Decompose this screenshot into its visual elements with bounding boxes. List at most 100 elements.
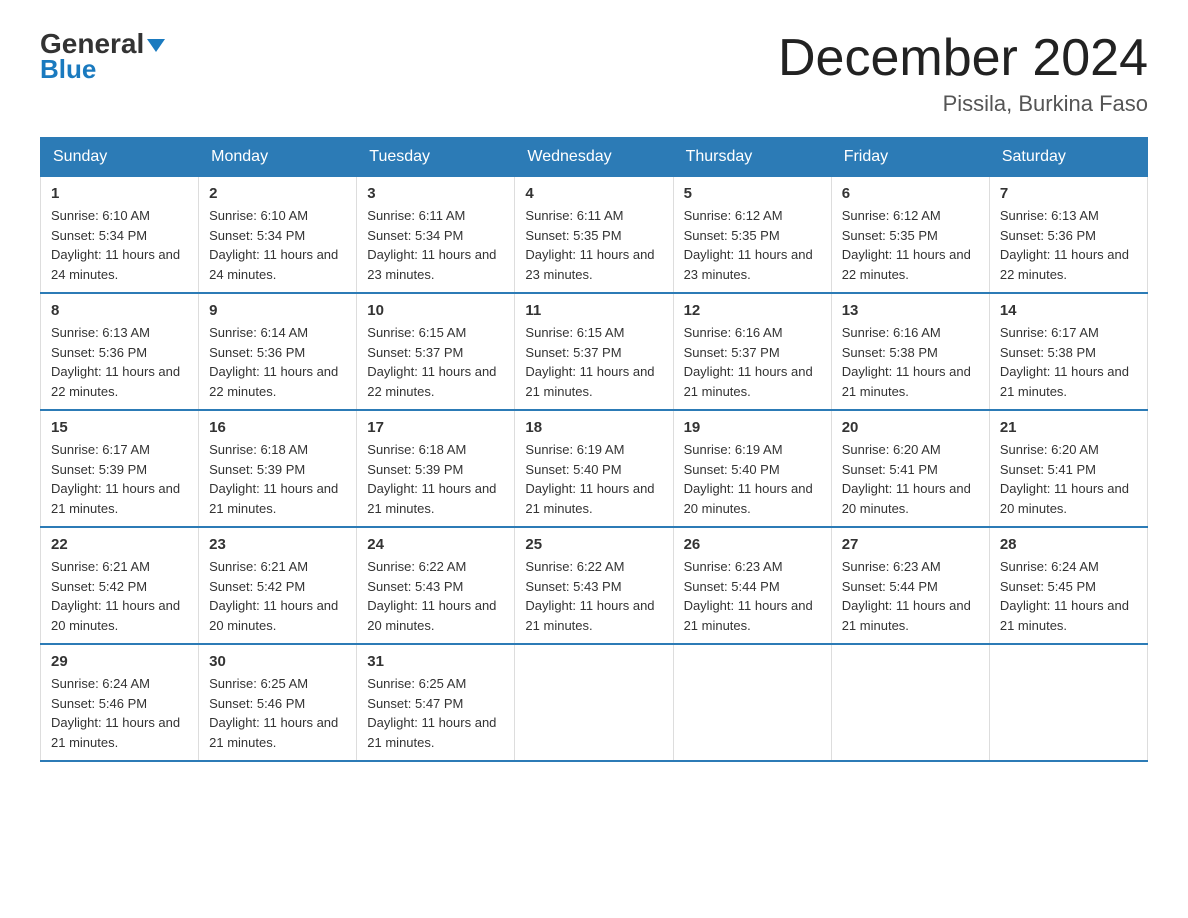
day-number: 15 (51, 419, 188, 436)
day-cell: 20 Sunrise: 6:20 AM Sunset: 5:41 PM Dayl… (831, 410, 989, 527)
day-info: Sunrise: 6:20 AM Sunset: 5:41 PM Dayligh… (1000, 440, 1137, 518)
day-cell: 25 Sunrise: 6:22 AM Sunset: 5:43 PM Dayl… (515, 527, 673, 644)
calendar-table: SundayMondayTuesdayWednesdayThursdayFrid… (40, 137, 1148, 762)
day-cell: 4 Sunrise: 6:11 AM Sunset: 5:35 PM Dayli… (515, 177, 673, 294)
day-info: Sunrise: 6:21 AM Sunset: 5:42 PM Dayligh… (209, 557, 346, 635)
day-info: Sunrise: 6:14 AM Sunset: 5:36 PM Dayligh… (209, 323, 346, 401)
day-info: Sunrise: 6:15 AM Sunset: 5:37 PM Dayligh… (525, 323, 662, 401)
day-cell: 11 Sunrise: 6:15 AM Sunset: 5:37 PM Dayl… (515, 293, 673, 410)
day-number: 13 (842, 302, 979, 319)
day-number: 28 (1000, 536, 1137, 553)
day-info: Sunrise: 6:13 AM Sunset: 5:36 PM Dayligh… (51, 323, 188, 401)
day-number: 6 (842, 185, 979, 202)
day-info: Sunrise: 6:24 AM Sunset: 5:46 PM Dayligh… (51, 674, 188, 752)
day-cell: 29 Sunrise: 6:24 AM Sunset: 5:46 PM Dayl… (41, 644, 199, 761)
day-info: Sunrise: 6:12 AM Sunset: 5:35 PM Dayligh… (842, 206, 979, 284)
day-cell: 6 Sunrise: 6:12 AM Sunset: 5:35 PM Dayli… (831, 177, 989, 294)
col-header-monday: Monday (199, 138, 357, 177)
day-cell: 31 Sunrise: 6:25 AM Sunset: 5:47 PM Dayl… (357, 644, 515, 761)
page-header: General Blue December 2024 Pissila, Burk… (40, 30, 1148, 117)
day-number: 31 (367, 653, 504, 670)
col-header-saturday: Saturday (989, 138, 1147, 177)
day-cell: 30 Sunrise: 6:25 AM Sunset: 5:46 PM Dayl… (199, 644, 357, 761)
col-header-tuesday: Tuesday (357, 138, 515, 177)
day-cell: 24 Sunrise: 6:22 AM Sunset: 5:43 PM Dayl… (357, 527, 515, 644)
day-cell: 13 Sunrise: 6:16 AM Sunset: 5:38 PM Dayl… (831, 293, 989, 410)
main-title: December 2024 (778, 30, 1148, 87)
day-cell: 10 Sunrise: 6:15 AM Sunset: 5:37 PM Dayl… (357, 293, 515, 410)
day-cell: 22 Sunrise: 6:21 AM Sunset: 5:42 PM Dayl… (41, 527, 199, 644)
day-info: Sunrise: 6:18 AM Sunset: 5:39 PM Dayligh… (209, 440, 346, 518)
day-number: 11 (525, 302, 662, 319)
day-number: 4 (525, 185, 662, 202)
day-number: 9 (209, 302, 346, 319)
day-info: Sunrise: 6:16 AM Sunset: 5:38 PM Dayligh… (842, 323, 979, 401)
day-cell: 21 Sunrise: 6:20 AM Sunset: 5:41 PM Dayl… (989, 410, 1147, 527)
title-area: December 2024 Pissila, Burkina Faso (778, 30, 1148, 117)
logo-triangle-icon (147, 39, 165, 52)
day-number: 16 (209, 419, 346, 436)
logo: General Blue (40, 30, 165, 82)
col-header-thursday: Thursday (673, 138, 831, 177)
day-cell: 9 Sunrise: 6:14 AM Sunset: 5:36 PM Dayli… (199, 293, 357, 410)
day-cell (673, 644, 831, 761)
week-row-3: 15 Sunrise: 6:17 AM Sunset: 5:39 PM Dayl… (41, 410, 1148, 527)
day-info: Sunrise: 6:22 AM Sunset: 5:43 PM Dayligh… (525, 557, 662, 635)
day-number: 26 (684, 536, 821, 553)
day-info: Sunrise: 6:20 AM Sunset: 5:41 PM Dayligh… (842, 440, 979, 518)
day-info: Sunrise: 6:16 AM Sunset: 5:37 PM Dayligh… (684, 323, 821, 401)
day-info: Sunrise: 6:25 AM Sunset: 5:47 PM Dayligh… (367, 674, 504, 752)
day-number: 12 (684, 302, 821, 319)
day-number: 7 (1000, 185, 1137, 202)
day-number: 21 (1000, 419, 1137, 436)
day-info: Sunrise: 6:23 AM Sunset: 5:44 PM Dayligh… (842, 557, 979, 635)
day-number: 24 (367, 536, 504, 553)
day-info: Sunrise: 6:17 AM Sunset: 5:38 PM Dayligh… (1000, 323, 1137, 401)
day-number: 19 (684, 419, 821, 436)
day-number: 25 (525, 536, 662, 553)
day-cell: 28 Sunrise: 6:24 AM Sunset: 5:45 PM Dayl… (989, 527, 1147, 644)
day-number: 29 (51, 653, 188, 670)
day-info: Sunrise: 6:11 AM Sunset: 5:34 PM Dayligh… (367, 206, 504, 284)
day-info: Sunrise: 6:10 AM Sunset: 5:34 PM Dayligh… (209, 206, 346, 284)
day-info: Sunrise: 6:17 AM Sunset: 5:39 PM Dayligh… (51, 440, 188, 518)
day-cell: 2 Sunrise: 6:10 AM Sunset: 5:34 PM Dayli… (199, 177, 357, 294)
day-number: 5 (684, 185, 821, 202)
day-cell: 14 Sunrise: 6:17 AM Sunset: 5:38 PM Dayl… (989, 293, 1147, 410)
day-number: 2 (209, 185, 346, 202)
day-number: 30 (209, 653, 346, 670)
day-number: 17 (367, 419, 504, 436)
day-cell: 27 Sunrise: 6:23 AM Sunset: 5:44 PM Dayl… (831, 527, 989, 644)
day-info: Sunrise: 6:22 AM Sunset: 5:43 PM Dayligh… (367, 557, 504, 635)
day-cell: 23 Sunrise: 6:21 AM Sunset: 5:42 PM Dayl… (199, 527, 357, 644)
day-cell (989, 644, 1147, 761)
day-cell: 18 Sunrise: 6:19 AM Sunset: 5:40 PM Dayl… (515, 410, 673, 527)
day-cell (515, 644, 673, 761)
logo-blue: Blue (40, 56, 96, 82)
day-cell: 7 Sunrise: 6:13 AM Sunset: 5:36 PM Dayli… (989, 177, 1147, 294)
day-cell: 8 Sunrise: 6:13 AM Sunset: 5:36 PM Dayli… (41, 293, 199, 410)
week-row-1: 1 Sunrise: 6:10 AM Sunset: 5:34 PM Dayli… (41, 177, 1148, 294)
day-cell: 5 Sunrise: 6:12 AM Sunset: 5:35 PM Dayli… (673, 177, 831, 294)
day-info: Sunrise: 6:12 AM Sunset: 5:35 PM Dayligh… (684, 206, 821, 284)
week-row-2: 8 Sunrise: 6:13 AM Sunset: 5:36 PM Dayli… (41, 293, 1148, 410)
day-info: Sunrise: 6:24 AM Sunset: 5:45 PM Dayligh… (1000, 557, 1137, 635)
day-cell: 19 Sunrise: 6:19 AM Sunset: 5:40 PM Dayl… (673, 410, 831, 527)
day-info: Sunrise: 6:21 AM Sunset: 5:42 PM Dayligh… (51, 557, 188, 635)
week-row-4: 22 Sunrise: 6:21 AM Sunset: 5:42 PM Dayl… (41, 527, 1148, 644)
day-info: Sunrise: 6:13 AM Sunset: 5:36 PM Dayligh… (1000, 206, 1137, 284)
day-cell: 26 Sunrise: 6:23 AM Sunset: 5:44 PM Dayl… (673, 527, 831, 644)
day-number: 22 (51, 536, 188, 553)
col-header-wednesday: Wednesday (515, 138, 673, 177)
day-info: Sunrise: 6:19 AM Sunset: 5:40 PM Dayligh… (525, 440, 662, 518)
subtitle: Pissila, Burkina Faso (778, 91, 1148, 117)
col-header-sunday: Sunday (41, 138, 199, 177)
day-info: Sunrise: 6:19 AM Sunset: 5:40 PM Dayligh… (684, 440, 821, 518)
day-number: 20 (842, 419, 979, 436)
day-number: 18 (525, 419, 662, 436)
day-info: Sunrise: 6:25 AM Sunset: 5:46 PM Dayligh… (209, 674, 346, 752)
header-row: SundayMondayTuesdayWednesdayThursdayFrid… (41, 138, 1148, 177)
day-number: 3 (367, 185, 504, 202)
day-number: 23 (209, 536, 346, 553)
col-header-friday: Friday (831, 138, 989, 177)
